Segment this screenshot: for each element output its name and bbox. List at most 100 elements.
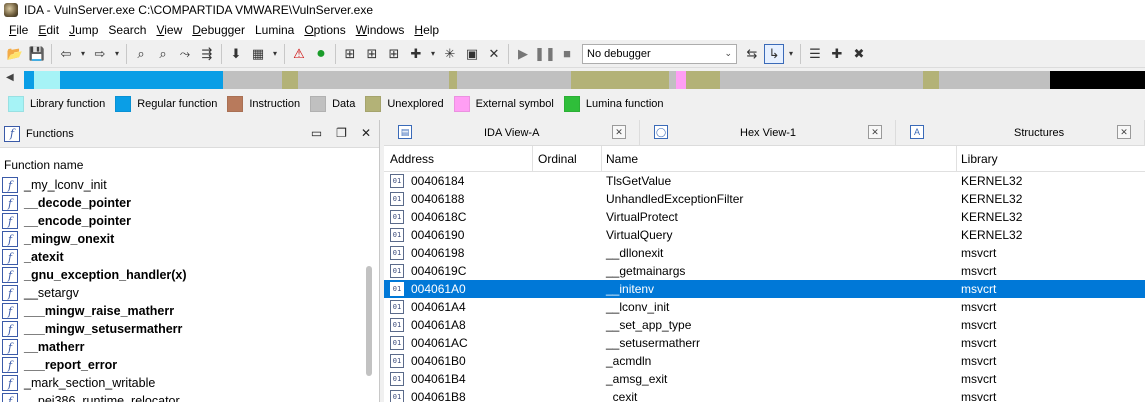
import-icon: 01: [390, 336, 404, 350]
cell-library: KERNEL32: [961, 192, 1023, 206]
function-list-item[interactable]: f _mingw_onexit: [0, 230, 379, 248]
table-row[interactable]: 01 00406190 VirtualQuery KERNEL32: [384, 226, 1145, 244]
convert-icon[interactable]: ✳: [440, 44, 460, 64]
menu-windows[interactable]: Windows: [351, 23, 410, 37]
menu-lumina[interactable]: Lumina: [250, 23, 299, 37]
tab-close-icon[interactable]: ✕: [868, 125, 882, 139]
tab-close-icon[interactable]: ✕: [1117, 125, 1131, 139]
search-binary-icon[interactable]: ⌕: [131, 44, 151, 64]
dropdown-icon[interactable]: ▾: [78, 44, 88, 64]
dropdown-icon[interactable]: ▾: [270, 44, 280, 64]
menu-options[interactable]: Options: [299, 23, 350, 37]
add-breakpoint-icon[interactable]: ✚: [827, 44, 847, 64]
function-name-column-header[interactable]: Function name: [0, 154, 379, 176]
column-ordinal[interactable]: Ordinal: [538, 152, 577, 166]
tab-structures[interactable]: A Structures ✕: [896, 120, 1145, 146]
search-next-icon[interactable]: ⇶: [197, 44, 217, 64]
function-list-item[interactable]: f __matherr: [0, 338, 379, 356]
table-row[interactable]: 01 004061A0 __initenv msvcrt: [384, 280, 1145, 298]
add-data-icon[interactable]: ⊞: [362, 44, 382, 64]
table-row[interactable]: 01 00406198 __dllonexit msvcrt: [384, 244, 1145, 262]
navigation-band[interactable]: ◀: [0, 68, 1145, 92]
legend-swatch: [227, 96, 244, 112]
debugger-select[interactable]: No debugger ⌄: [582, 43, 737, 64]
table-row[interactable]: 01 00406188 UnhandledExceptionFilter KERNEL…: [384, 190, 1145, 208]
menu-edit[interactable]: Edit: [33, 23, 64, 37]
table-row[interactable]: 01 004061B4 _amsg_exit msvcrt: [384, 370, 1145, 388]
function-list-item[interactable]: f ___report_error: [0, 356, 379, 374]
menu-view[interactable]: View: [151, 23, 187, 37]
function-list-item[interactable]: f _gnu_exception_handler(x): [0, 266, 379, 284]
tab-ida-view-a[interactable]: ▤ IDA View-A ✕: [384, 120, 640, 146]
hex-edit-icon[interactable]: ▣: [462, 44, 482, 64]
function-name: ___mingw_raise_matherr: [24, 304, 175, 318]
structures-icon[interactable]: ▦: [248, 44, 268, 64]
down-arrow-icon[interactable]: ⬇: [226, 44, 246, 64]
function-list-item[interactable]: f __decode_pointer: [0, 194, 379, 212]
tab-label: IDA View-A: [484, 127, 540, 139]
table-row[interactable]: 01 00406184 TlsGetValue KERNEL32: [384, 172, 1145, 190]
function-list-item[interactable]: f __encode_pointer: [0, 212, 379, 230]
function-list-item[interactable]: f _mark_section_writable: [0, 374, 379, 392]
jump-icon[interactable]: ⤳: [175, 44, 195, 64]
legend-item: Library function: [8, 96, 105, 112]
table-row[interactable]: 01 004061AC __setusermatherr msvcrt: [384, 334, 1145, 352]
tab-hex-view-1[interactable]: ◯ Hex View-1 ✕: [640, 120, 896, 146]
table-row[interactable]: 01 004061B0 _acmdln msvcrt: [384, 352, 1145, 370]
navigation-bar[interactable]: [24, 71, 1145, 89]
tab-close-icon[interactable]: ✕: [612, 125, 626, 139]
maximize-icon[interactable]: ▭: [311, 126, 322, 140]
add-code-icon[interactable]: ⊞: [340, 44, 360, 64]
save-icon[interactable]: 💾: [27, 44, 47, 64]
forward-arrow-icon[interactable]: ⇨: [90, 44, 110, 64]
step-icon[interactable]: ↳: [764, 43, 784, 64]
nav-segment: [686, 71, 720, 89]
dropdown-icon[interactable]: ▾: [112, 44, 122, 64]
menu-debugger[interactable]: Debugger: [187, 23, 250, 37]
table-row[interactable]: 01 004061A4 __lconv_init msvcrt: [384, 298, 1145, 316]
function-list-item[interactable]: f __pei386_runtime_relocator: [0, 392, 379, 402]
table-row[interactable]: 01 004061B8 _cexit msvcrt: [384, 388, 1145, 402]
warning-icon[interactable]: ⚠: [289, 44, 309, 64]
function-list: f _my_lconv_init f __decode_pointer f __encod…: [0, 176, 379, 402]
close-icon[interactable]: ✕: [361, 126, 371, 140]
cell-address: 00406184: [411, 174, 465, 188]
search-text-icon[interactable]: ⌕: [153, 44, 173, 64]
menu-search[interactable]: Search: [103, 23, 151, 37]
back-arrow-icon[interactable]: ⇦: [56, 44, 76, 64]
restore-icon[interactable]: ❐: [336, 126, 347, 140]
table-row[interactable]: 01 004061A8 __set_app_type msvcrt: [384, 316, 1145, 334]
stop-icon[interactable]: ■: [557, 44, 577, 64]
cell-address: 00406190: [411, 228, 465, 242]
delete-breakpoint-icon[interactable]: ✖: [849, 44, 869, 64]
dropdown-icon[interactable]: ▾: [428, 44, 438, 64]
play-icon[interactable]: ▶: [513, 44, 533, 64]
nav-segment: [676, 71, 686, 89]
open-file-icon[interactable]: 📂: [5, 44, 25, 64]
function-list-item[interactable]: f ___mingw_raise_matherr: [0, 302, 379, 320]
dropdown-icon[interactable]: ▾: [786, 44, 796, 64]
function-list-item[interactable]: f _my_lconv_init: [0, 176, 379, 194]
function-list-item[interactable]: f __setargv: [0, 284, 379, 302]
functions-scrollbar[interactable]: [366, 266, 372, 376]
column-library[interactable]: Library: [961, 152, 998, 166]
column-address[interactable]: Address: [390, 152, 434, 166]
pause-icon[interactable]: ❚❚: [534, 44, 556, 64]
undefine-icon[interactable]: ✕: [484, 44, 504, 64]
column-name[interactable]: Name: [606, 152, 638, 166]
function-list-item[interactable]: f _atexit: [0, 248, 379, 266]
menu-file[interactable]: File: [4, 23, 33, 37]
attach-icon[interactable]: ⇆: [742, 44, 762, 64]
menu-jump[interactable]: Jump: [64, 23, 103, 37]
function-list-item[interactable]: f ___mingw_setusermatherr: [0, 320, 379, 338]
nav-left-arrow-icon[interactable]: ◀: [6, 72, 14, 83]
table-row[interactable]: 01 0040619C __getmainargs msvcrt: [384, 262, 1145, 280]
breakpoint-list-icon[interactable]: ☰: [805, 44, 825, 64]
function-name: _mark_section_writable: [24, 376, 156, 390]
green-circle-icon[interactable]: ●: [311, 44, 331, 64]
table-row[interactable]: 01 0040618C VirtualProtect KERNEL32: [384, 208, 1145, 226]
menu-help[interactable]: Help: [409, 23, 444, 37]
cell-name: _amsg_exit: [606, 372, 668, 386]
add-plus-icon[interactable]: ✚: [406, 44, 426, 64]
add-struct-icon[interactable]: ⊞: [384, 44, 404, 64]
